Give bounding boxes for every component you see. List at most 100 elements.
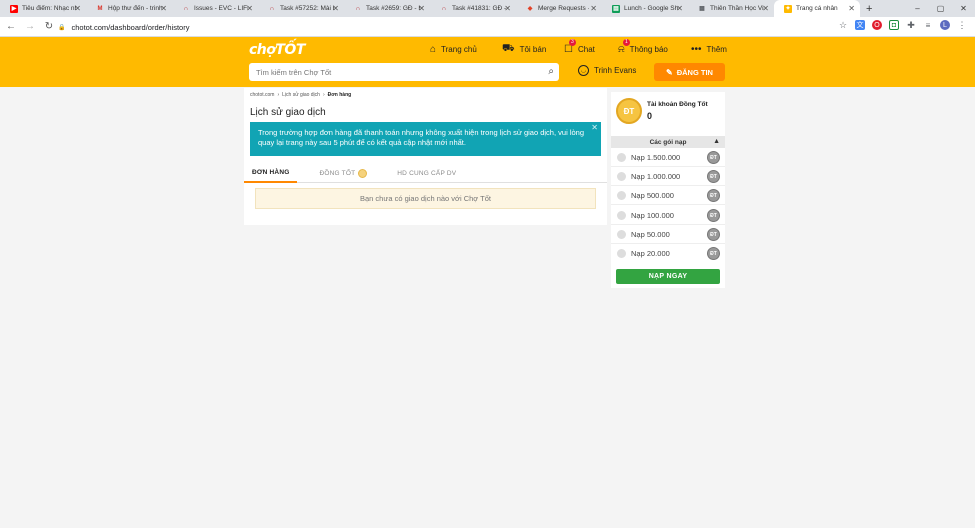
account-label: Tài khoản Đồng Tốt xyxy=(647,101,708,108)
package-option[interactable]: Nạp 100.000 ĐT xyxy=(611,206,725,225)
close-icon[interactable]: ✕ xyxy=(504,4,511,13)
url-field[interactable]: 🔒 chotot.com/dashboard/order/history xyxy=(58,20,858,34)
user-menu[interactable]: ◡ Trinh Evans xyxy=(578,65,636,76)
browser-tab[interactable]: ▦ Thiên Thần Học Việ ✕ xyxy=(688,0,774,17)
package-label: Nạp 1.500.000 xyxy=(631,152,681,162)
close-icon[interactable]: ✕ xyxy=(591,123,598,133)
radio-button[interactable] xyxy=(617,171,626,181)
account-balance: 0 xyxy=(647,111,653,121)
package-option[interactable]: Nạp 20.000 ĐT xyxy=(611,244,725,263)
chotot-logo[interactable]: chợTỐT xyxy=(249,42,305,58)
back-icon[interactable]: ← xyxy=(3,21,19,32)
radio-button[interactable] xyxy=(617,249,626,258)
home-icon: ⌂ xyxy=(430,43,437,55)
package-option[interactable]: Nạp 500.000 ĐT xyxy=(611,186,725,205)
address-bar: ← → ↻ 🔒 chotot.com/dashboard/order/histo… xyxy=(0,17,975,37)
nav-home-label: Trang chủ xyxy=(441,44,477,54)
nav-home[interactable]: ⌂ Trang chủ xyxy=(430,42,477,56)
gitlab-icon: ◆ xyxy=(527,6,533,12)
packages-header-label: Các gói nạp xyxy=(649,138,687,146)
browser-tab[interactable]: ∩ Task #2659: GĐ - H ✕ xyxy=(344,0,430,17)
kebab-menu-icon[interactable]: ⋮ xyxy=(957,20,967,30)
tab-service-invoices-label: HD CUNG CẤP DV xyxy=(397,170,457,177)
search-input[interactable] xyxy=(256,67,536,77)
radio-button[interactable] xyxy=(617,190,626,200)
opera-icon[interactable]: O xyxy=(872,20,882,30)
nav-more[interactable]: ••• Thêm xyxy=(691,42,727,56)
shield-extension-icon[interactable]: ◘ xyxy=(889,20,899,30)
nav-chat[interactable]: ☐ 3 Chat xyxy=(564,38,595,56)
url-text: chotot.com/dashboard/order/history xyxy=(71,22,190,32)
info-notice: Trong trường hợp đơn hàng đã thanh toán … xyxy=(250,122,601,156)
redmine-icon: ∩ xyxy=(355,5,361,12)
nav-my-shop-label: Tôi bán xyxy=(519,44,547,54)
nav-chat-label: Chat xyxy=(577,44,595,54)
radio-button[interactable] xyxy=(617,210,626,220)
playlist-icon[interactable]: ≡ xyxy=(923,20,933,30)
nav-my-shop[interactable]: ⛟ Tôi bán xyxy=(502,42,546,56)
coin-icon: ĐT xyxy=(707,228,720,241)
package-option[interactable]: Nạp 1.000.000 ĐT xyxy=(611,167,725,186)
coin-icon: ĐT xyxy=(707,151,720,164)
package-option[interactable]: Nạp 50.000 ĐT xyxy=(611,225,725,244)
basket-icon: ⛟ xyxy=(502,42,515,54)
close-window-button[interactable]: ✕ xyxy=(952,0,975,17)
forward-icon[interactable]: → xyxy=(22,21,38,32)
browser-tab-active[interactable]: ✦ Trang cá nhân ✕ xyxy=(774,0,860,17)
close-icon[interactable]: ✕ xyxy=(418,4,425,13)
caret-up-icon: ▲ xyxy=(713,138,720,145)
profile-avatar[interactable]: L xyxy=(940,20,950,30)
new-tab-button[interactable]: + xyxy=(866,3,872,15)
tab-dong-tot[interactable]: ĐỒNG TỐT xyxy=(311,164,375,183)
breadcrumb-home[interactable]: chotot.com xyxy=(250,92,274,98)
close-icon[interactable]: ✕ xyxy=(848,4,855,13)
topup-now-button[interactable]: NẠP NGAY xyxy=(616,269,720,284)
package-label: Nạp 50.000 xyxy=(631,229,670,239)
browser-tab[interactable]: ∩ Task #41831: GĐ - I ✕ xyxy=(430,0,516,17)
bell-icon: ⍾ 1 xyxy=(618,38,630,55)
packages-header[interactable]: Các gói nạp ▲ xyxy=(611,136,725,148)
notifications-badge: 1 xyxy=(623,38,630,46)
close-icon[interactable]: ✕ xyxy=(332,4,339,13)
tab-dong-tot-label: ĐỒNG TỐT xyxy=(319,170,356,177)
breadcrumb-history[interactable]: Lịch sử giao dịch xyxy=(282,92,320,98)
close-icon[interactable]: ✕ xyxy=(676,4,683,13)
browser-tab[interactable]: ∩Issues - EVC - LIFET✕ xyxy=(172,0,258,17)
tab-orders[interactable]: ĐƠN HÀNG xyxy=(244,164,298,183)
coin-icon xyxy=(358,169,368,178)
close-icon[interactable]: ✕ xyxy=(246,4,253,13)
star-icon[interactable]: ☆ xyxy=(838,20,848,30)
radio-button[interactable] xyxy=(617,229,626,239)
site-header: chợTỐT ⌂ Trang chủ ⛟ Tôi bán ☐ 3 Chat ⍾ 1 … xyxy=(0,37,975,87)
post-listing-button[interactable]: ✎ ĐĂNG TIN xyxy=(654,63,725,81)
coin-icon: ĐT xyxy=(707,170,720,183)
close-icon[interactable]: ✕ xyxy=(74,4,81,13)
empty-state: Bạn chưa có giao dịch nào với Chợ Tốt xyxy=(255,188,596,209)
puzzle-icon[interactable]: ✚ xyxy=(906,20,916,30)
reload-icon[interactable]: ↻ xyxy=(41,21,57,32)
browser-tab[interactable]: ∩ Task #57252: Mài bị ✕ xyxy=(258,0,344,17)
radio-button[interactable] xyxy=(617,152,626,162)
browser-tab[interactable]: ▶ Tiêu điểm: Nhạc nh ✕ xyxy=(0,0,86,17)
browser-tab-strip: ▶ Tiêu điểm: Nhạc nh ✕ M Hộp thư đến - trin… xyxy=(0,0,975,17)
translate-icon[interactable]: 文 xyxy=(855,20,865,30)
browser-tab[interactable]: M Hộp thư đến - trinh ✕ xyxy=(86,0,172,17)
order-history-panel: chotot.com › Lịch sử giao dịch › Đơn hàn… xyxy=(244,88,607,225)
package-option[interactable]: Nạp 1.500.000 ĐT xyxy=(611,148,725,167)
breadcrumb: chotot.com › Lịch sử giao dịch › Đơn hàn… xyxy=(250,92,351,98)
close-icon[interactable]: ✕ xyxy=(590,4,597,13)
tab-service-invoices[interactable]: HD CUNG CẤP DV xyxy=(389,164,464,183)
maximize-button[interactable]: ▢ xyxy=(929,0,952,17)
minimize-button[interactable]: – xyxy=(906,0,929,17)
page-title: Lịch sử giao dịch xyxy=(250,107,326,118)
nav-more-label: Thêm xyxy=(706,44,727,54)
nav-notifications[interactable]: ⍾ 1 Thông báo xyxy=(618,38,668,56)
browser-tab[interactable]: ◆ Merge Requests · E ✕ xyxy=(516,0,602,17)
close-icon[interactable]: ✕ xyxy=(762,4,769,13)
redmine-icon: ∩ xyxy=(269,5,275,12)
search-icon[interactable]: ⌕ xyxy=(548,66,554,77)
browser-tab[interactable]: ▤ Lunch - Google She ✕ xyxy=(602,0,688,17)
coin-icon: ĐT xyxy=(707,247,720,260)
close-icon[interactable]: ✕ xyxy=(160,4,167,13)
lock-icon: 🔒 xyxy=(58,24,66,31)
